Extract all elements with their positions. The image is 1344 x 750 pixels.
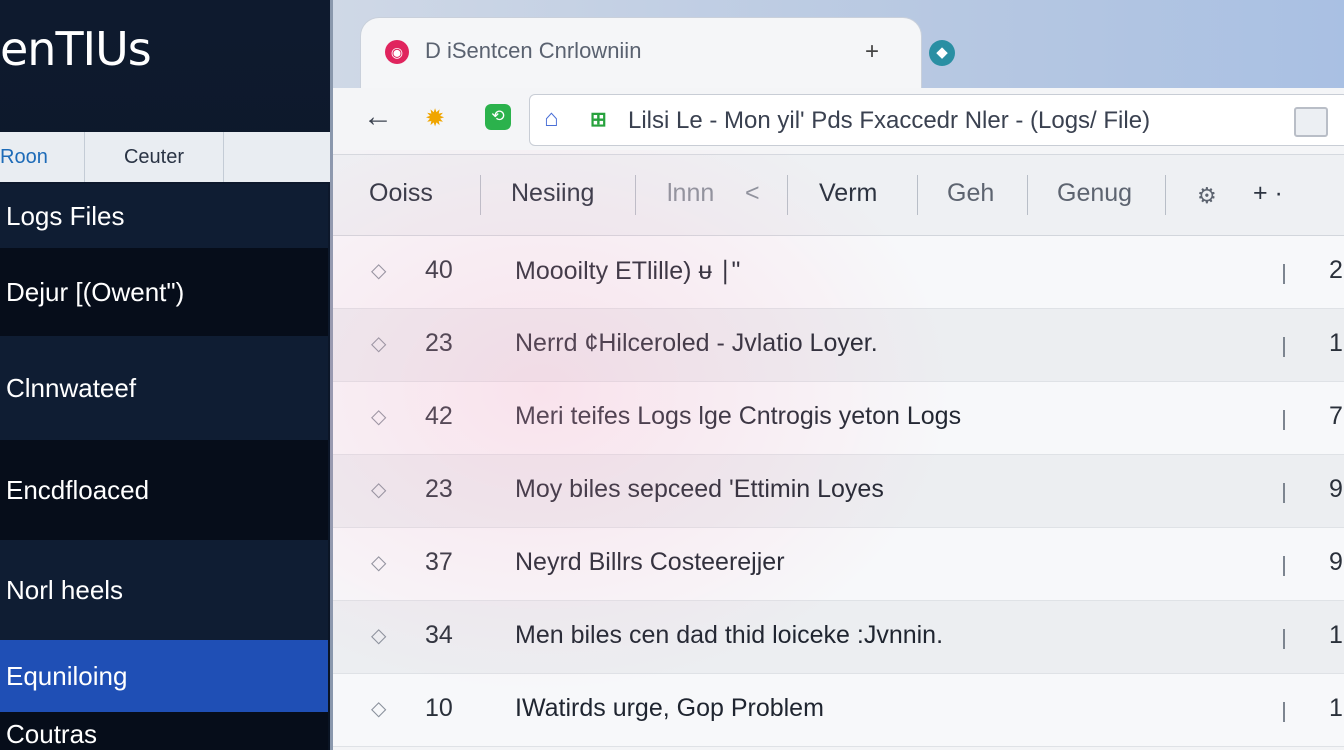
column-header: Ooiss Nesiing lnnn < Verm Geh Genug ⚙ + …: [333, 155, 1344, 236]
column-divider: [480, 175, 481, 215]
row-count: 2: [1329, 256, 1343, 284]
site-icon: ⊞: [590, 109, 607, 131]
row-count: 9: [1329, 475, 1343, 503]
row-number: 42: [425, 402, 453, 430]
star-icon[interactable]: ✹: [425, 104, 445, 133]
row-divider: [1283, 702, 1285, 722]
brand-logo: enTIUs: [0, 22, 152, 76]
new-tab-icon[interactable]: ◆: [929, 40, 955, 66]
sidebar-item-clnnwateef[interactable]: Clnnwateef: [0, 336, 328, 440]
row-divider: [1283, 410, 1285, 430]
row-number: 10: [425, 694, 453, 722]
row-divider: [1283, 264, 1285, 284]
column-genug[interactable]: Genug: [1057, 179, 1132, 208]
sidebar-tab-ceuter[interactable]: Ceuter: [85, 132, 224, 182]
add-column-button[interactable]: + ·: [1253, 179, 1283, 208]
diamond-icon: ◇: [371, 552, 387, 574]
log-list: ◇ 40 Moooilty ETlille) ᵾ ∣" 2 ◇ 23 Nerrd…: [333, 236, 1344, 747]
screen: enTIUs Roon Ceuter Logs Files Dejur [(Ow…: [0, 0, 1344, 750]
address-bar[interactable]: ⌂ ⊞ Lilsi Le - Mon yil' Pds Fxaccedr Nle…: [529, 94, 1344, 146]
browser-tab[interactable]: ◉ D iSentcen Cnrlowniin +: [361, 18, 921, 88]
diamond-icon: ◇: [371, 625, 387, 647]
row-divider: [1283, 483, 1285, 503]
sidebar-tabs: Roon Ceuter: [0, 132, 330, 182]
row-title: Moy biles sepceed 'Ettimin Loyes: [515, 475, 884, 503]
sidebar-item-equniloing[interactable]: Equniloing: [0, 640, 328, 712]
row-number: 40: [425, 256, 453, 284]
diamond-icon: ◇: [371, 406, 387, 428]
row-divider: [1283, 337, 1285, 357]
column-divider: [635, 175, 636, 215]
sidebar-item-encdfloaced[interactable]: Encdfloaced: [0, 440, 328, 540]
column-nesiing[interactable]: Nesiing: [511, 179, 594, 208]
list-item[interactable]: ◇ 42 Meri teifes Logs lge Cntrogis yeton…: [333, 382, 1344, 455]
column-sort-arrow[interactable]: <: [745, 179, 760, 208]
row-count: 1: [1329, 694, 1343, 722]
sidebar: enTIUs Roon Ceuter Logs Files Dejur [(Ow…: [0, 0, 336, 750]
list-item[interactable]: ◇ 40 Moooilty ETlille) ᵾ ∣" 2: [333, 236, 1344, 309]
sidebar-item-norl-heels[interactable]: Norl heels: [0, 540, 328, 640]
address-url: Lilsi Le - Mon yil' Pds Fxaccedr Nler - …: [628, 107, 1151, 134]
row-count: 1: [1329, 621, 1343, 649]
diamond-icon: ◇: [371, 479, 387, 501]
settings-icon[interactable]: ⚙: [1197, 183, 1217, 209]
sidebar-tab-roon[interactable]: Roon: [0, 132, 85, 182]
diamond-icon: ◇: [371, 260, 387, 282]
row-number: 37: [425, 548, 453, 576]
row-title: IWatirds urge, Gop Problem: [515, 694, 824, 722]
row-title: Nerrd ¢Hilceroled - Jvlatio Loyer.: [515, 329, 878, 357]
tab-strip: ◉ D iSentcen Cnrlowniin + ◆: [333, 0, 1344, 88]
tab-title: D iSentcen Cnrlowniin: [425, 38, 642, 63]
row-title: Meri teifes Logs lge Cntrogis yeton Logs: [515, 402, 962, 430]
row-number: 23: [425, 475, 453, 503]
column-ooiss[interactable]: Ooiss: [369, 179, 433, 208]
row-title: Men biles cen dad thid loiceke :Jvnnin.: [515, 621, 944, 649]
diamond-icon: ◇: [371, 698, 387, 720]
row-divider: [1283, 556, 1285, 576]
column-verm[interactable]: Verm: [819, 179, 877, 208]
row-count: 7: [1329, 402, 1343, 430]
home-icon[interactable]: ⌂: [544, 105, 559, 133]
list-item[interactable]: ◇ 10 IWatirds urge, Gop Problem 1: [333, 674, 1344, 747]
row-number: 23: [425, 329, 453, 357]
column-divider: [787, 175, 788, 215]
column-divider: [1027, 175, 1028, 215]
row-title: Neyrd Billrs Costeerejjer: [515, 548, 785, 576]
sidebar-item-dejur[interactable]: Dejur [(Owent"): [0, 248, 328, 336]
extension-icon[interactable]: ⟲: [485, 104, 511, 130]
sidebar-item-coutras[interactable]: Coutras: [0, 712, 328, 750]
browser-toolbar: ← ✹ ⟲ ⌂ ⊞ Lilsi Le - Mon yil' Pds Fxacce…: [333, 88, 1344, 155]
column-geh[interactable]: Geh: [947, 179, 994, 208]
list-item[interactable]: ◇ 23 Nerrd ¢Hilceroled - Jvlatio Loyer. …: [333, 309, 1344, 382]
list-item[interactable]: ◇ 37 Neyrd Billrs Costeerejjer 9: [333, 528, 1344, 601]
favicon-icon: ◉: [385, 40, 409, 64]
diamond-icon: ◇: [371, 333, 387, 355]
list-item[interactable]: ◇ 23 Moy biles sepceed 'Ettimin Loyes 9: [333, 455, 1344, 528]
list-item[interactable]: ◇ 34 Men biles cen dad thid loiceke :Jvn…: [333, 601, 1344, 674]
column-lnnn[interactable]: lnnn: [667, 179, 714, 208]
row-title: Moooilty ETlille) ᵾ ∣": [515, 257, 741, 285]
row-count: 9: [1329, 548, 1343, 576]
column-divider: [1165, 175, 1166, 215]
row-count: 1: [1329, 329, 1343, 357]
page-action-icon[interactable]: [1294, 107, 1328, 137]
row-number: 34: [425, 621, 453, 649]
sidebar-item-logs-files[interactable]: Logs Files: [0, 184, 328, 248]
browser-window: ◉ D iSentcen Cnrlowniin + ◆ ← ✹ ⟲ ⌂ ⊞ Li…: [330, 0, 1344, 750]
tab-close-icon[interactable]: +: [865, 38, 879, 66]
column-divider: [917, 175, 918, 215]
row-divider: [1283, 629, 1285, 649]
back-arrow-icon[interactable]: ←: [363, 100, 393, 134]
